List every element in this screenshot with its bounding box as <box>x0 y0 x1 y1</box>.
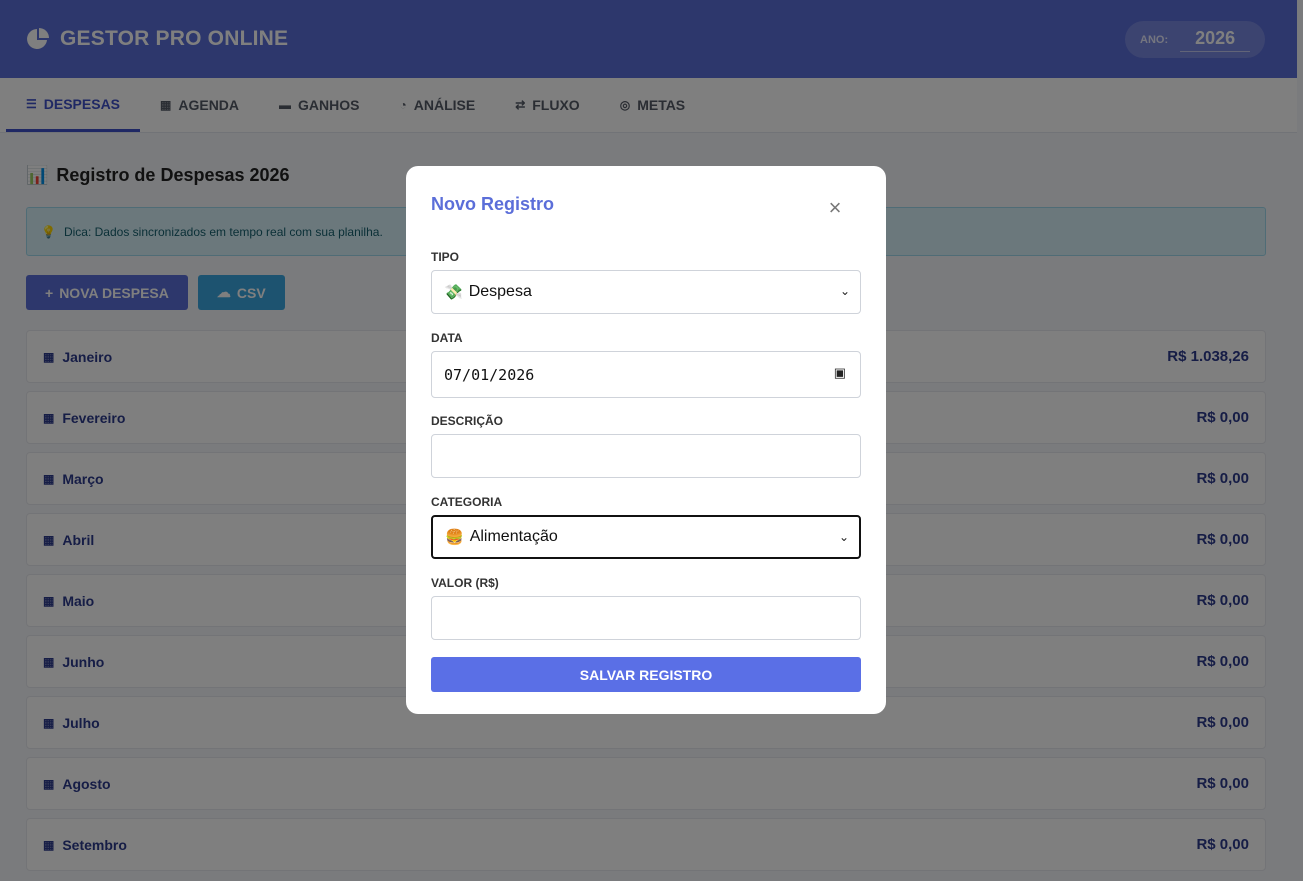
data-label: DATA <box>431 331 463 345</box>
valor-input[interactable] <box>431 596 861 640</box>
categoria-label: CATEGORIA <box>431 495 503 509</box>
descricao-label: DESCRIÇÃO <box>431 414 504 428</box>
chevron-down-icon: ⌄ <box>838 530 849 544</box>
tipo-value: Despesa <box>468 283 532 300</box>
valor-label: VALOR (R$) <box>431 576 499 590</box>
calendar-picker-icon[interactable]: ▣ <box>834 365 846 381</box>
descricao-input[interactable] <box>431 434 861 478</box>
new-record-modal: Novo Registro × TIPO 💸 Despesa ⌄ DATA 07… <box>406 166 886 714</box>
date-value: 07/01/2026 <box>444 365 535 384</box>
close-icon[interactable]: × <box>826 197 844 219</box>
chevron-down-icon: ⌄ <box>839 284 850 298</box>
hamburger-icon: 🍔 <box>445 529 464 546</box>
date-input[interactable]: 07/01/2026 ▣ <box>431 351 861 398</box>
record-form: TIPO 💸 Despesa ⌄ DATA 07/01/2026 ▣ DESCR… <box>431 250 861 692</box>
money-wings-icon: 💸 <box>444 284 463 301</box>
categoria-value: Alimentação <box>469 528 558 545</box>
tipo-select[interactable]: 💸 Despesa ⌄ <box>431 270 861 314</box>
modal-title: Novo Registro <box>431 194 555 214</box>
categoria-select[interactable]: 🍔 Alimentação ⌄ <box>431 515 861 559</box>
tipo-label: TIPO <box>431 250 460 264</box>
save-record-button[interactable]: SALVAR REGISTRO <box>431 657 861 692</box>
